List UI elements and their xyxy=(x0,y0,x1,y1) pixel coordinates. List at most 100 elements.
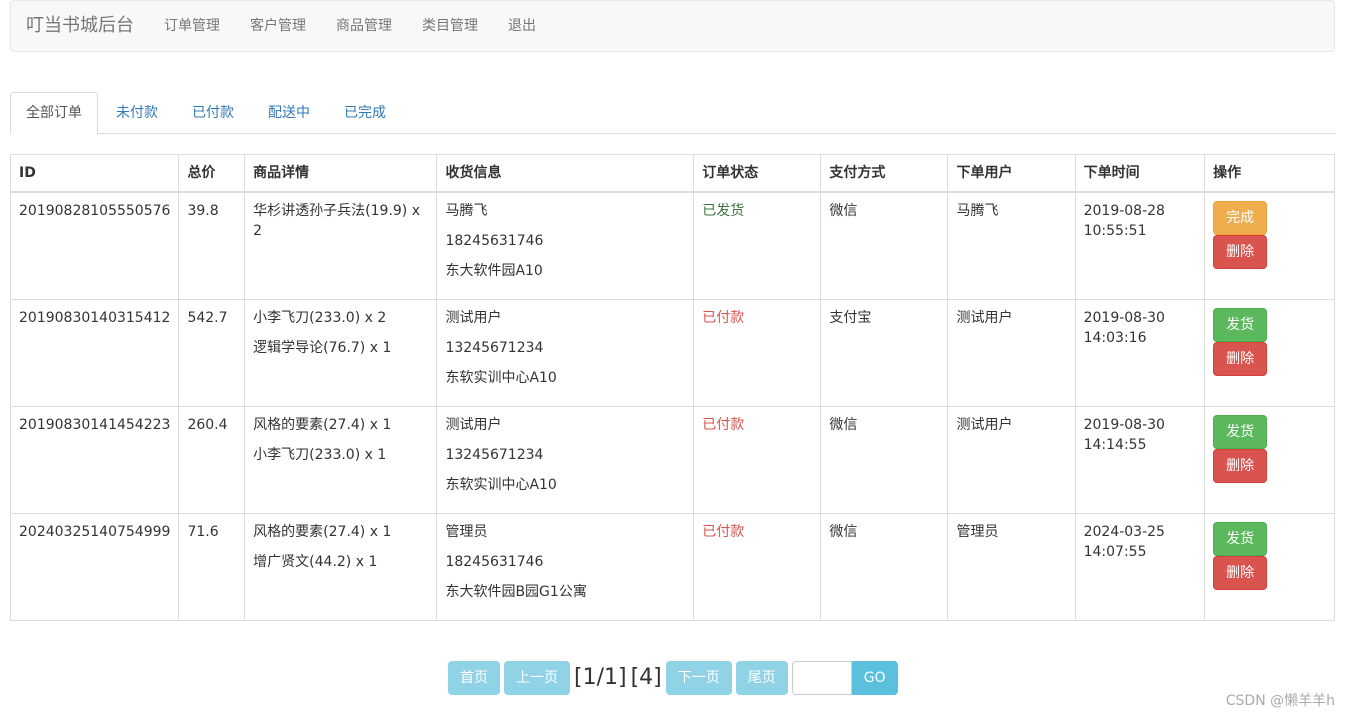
order-total: 39.8 xyxy=(178,191,246,300)
nav-product-management[interactable]: 商品管理 xyxy=(321,1,407,51)
last-page-button[interactable]: 尾页 xyxy=(735,660,788,695)
payment-method: 微信 xyxy=(820,513,949,621)
order-date: 2019-08-30 xyxy=(1083,310,1165,326)
header-payment: 支付方式 xyxy=(820,154,949,193)
go-button[interactable]: GO xyxy=(851,660,898,695)
delete-button[interactable]: 删除 xyxy=(1213,556,1268,590)
order-items: 小李飞刀(233.0) x 2 逻辑学导论(76.7) x 1 xyxy=(244,299,438,407)
order-item: 小李飞刀(233.0) x 1 xyxy=(253,447,387,463)
page-info: [1/1] xyxy=(574,664,627,690)
order-status: 已付款 xyxy=(693,299,822,407)
order-items: 华杉讲透孙子兵法(19.9) x 2 xyxy=(244,191,438,300)
ship-button[interactable]: 发货 xyxy=(1213,308,1268,342)
nav-customer-management[interactable]: 客户管理 xyxy=(235,1,321,51)
receiver-name: 马腾飞 xyxy=(445,203,488,219)
header-user: 下单用户 xyxy=(947,154,1076,193)
delete-button[interactable]: 删除 xyxy=(1213,235,1268,269)
tab-shipping[interactable]: 配送中 xyxy=(252,92,326,134)
table-row: 20240325140754999 71.6 风格的要素(27.4) x 1 增… xyxy=(9,513,1335,621)
tab-all-orders[interactable]: 全部订单 xyxy=(10,92,98,135)
order-clock: 14:03:16 xyxy=(1083,330,1147,346)
receiver-phone: 13245671234 xyxy=(445,447,544,463)
order-time: 2019-08-28 10:55:51 xyxy=(1074,191,1206,300)
order-actions: 发货 删除 xyxy=(1204,406,1335,514)
page-number-input[interactable] xyxy=(791,660,852,695)
order-address: 测试用户 13245671234 东软实训中心A10 xyxy=(436,299,695,407)
order-address: 测试用户 13245671234 东软实训中心A10 xyxy=(436,406,695,514)
receiver-name: 管理员 xyxy=(445,524,488,540)
receiver-phone: 18245631746 xyxy=(445,554,544,570)
order-total: 71.6 xyxy=(178,513,246,621)
receiver-address: 东大软件园A10 xyxy=(445,263,543,279)
header-items: 商品详情 xyxy=(244,154,438,193)
order-status: 已付款 xyxy=(693,513,822,621)
order-user: 测试用户 xyxy=(947,299,1076,407)
order-clock: 10:55:51 xyxy=(1083,223,1147,239)
payment-method: 微信 xyxy=(820,406,949,514)
order-id: 20190828105550576 xyxy=(9,191,180,300)
ship-button[interactable]: 发货 xyxy=(1213,522,1268,556)
header-status: 订单状态 xyxy=(693,154,822,193)
order-actions: 发货 删除 xyxy=(1204,513,1335,621)
order-time: 2024-03-25 14:07:55 xyxy=(1074,513,1206,621)
first-page-button[interactable]: 首页 xyxy=(448,660,500,695)
order-address: 马腾飞 18245631746 东大软件园A10 xyxy=(436,191,695,300)
receiver-address: 东软实训中心A10 xyxy=(445,370,557,386)
order-user: 马腾飞 xyxy=(947,191,1076,300)
brand-title[interactable]: 叮当书城后台 xyxy=(11,1,149,51)
order-date: 2019-08-30 xyxy=(1083,417,1165,433)
order-user: 测试用户 xyxy=(947,406,1076,514)
order-id: 20190830140315412 xyxy=(9,299,180,407)
order-total: 260.4 xyxy=(178,406,246,514)
receiver-name: 测试用户 xyxy=(445,417,502,433)
header-actions: 操作 xyxy=(1204,154,1335,193)
order-id: 20190830141454223 xyxy=(9,406,180,514)
tab-completed[interactable]: 已完成 xyxy=(328,92,402,134)
top-navbar: 叮当书城后台 订单管理 客户管理 商品管理 类目管理 退出 xyxy=(10,0,1335,52)
nav-order-management[interactable]: 订单管理 xyxy=(149,1,235,51)
tab-paid[interactable]: 已付款 xyxy=(176,92,250,134)
pagination: 首页 上一页 [1/1] [4] 下一页 尾页 GO xyxy=(448,660,898,695)
order-item: 逻辑学导论(76.7) x 1 xyxy=(253,340,392,356)
complete-button[interactable]: 完成 xyxy=(1213,201,1268,235)
order-id: 20240325140754999 xyxy=(9,513,180,621)
receiver-address: 东软实训中心A10 xyxy=(445,477,557,493)
orders-table: ID 总价 商品详情 收货信息 订单状态 支付方式 下单用户 下单时间 操作 2… xyxy=(9,154,1335,621)
order-item: 小李飞刀(233.0) x 2 xyxy=(253,310,387,326)
table-row: 20190830141454223 260.4 风格的要素(27.4) x 1 … xyxy=(9,406,1335,514)
order-clock: 14:14:55 xyxy=(1083,437,1147,453)
order-item: 华杉讲透孙子兵法(19.9) x 2 xyxy=(253,203,421,239)
order-actions: 完成 删除 xyxy=(1204,191,1335,300)
header-total: 总价 xyxy=(178,154,246,193)
order-address: 管理员 18245631746 东大软件园B园G1公寓 xyxy=(436,513,695,621)
next-page-button[interactable]: 下一页 xyxy=(665,660,732,695)
receiver-phone: 13245671234 xyxy=(445,340,544,356)
delete-button[interactable]: 删除 xyxy=(1213,449,1268,483)
order-time: 2019-08-30 14:03:16 xyxy=(1074,299,1206,407)
tab-unpaid[interactable]: 未付款 xyxy=(100,92,174,134)
table-row: 20190828105550576 39.8 华杉讲透孙子兵法(19.9) x … xyxy=(9,191,1335,300)
order-actions: 发货 删除 xyxy=(1204,299,1335,407)
ship-button[interactable]: 发货 xyxy=(1213,415,1268,449)
receiver-name: 测试用户 xyxy=(445,310,502,326)
delete-button[interactable]: 删除 xyxy=(1213,342,1268,376)
order-time: 2019-08-30 14:14:55 xyxy=(1074,406,1206,514)
payment-method: 支付宝 xyxy=(820,299,949,407)
order-tabs: 全部订单 未付款 已付款 配送中 已完成 xyxy=(10,92,1335,135)
order-item: 风格的要素(27.4) x 1 xyxy=(253,417,392,433)
order-items: 风格的要素(27.4) x 1 小李飞刀(233.0) x 1 xyxy=(244,406,438,514)
order-total: 542.7 xyxy=(178,299,246,407)
nav-category-management[interactable]: 类目管理 xyxy=(407,1,493,51)
header-time: 下单时间 xyxy=(1074,154,1206,193)
record-count: [4] xyxy=(630,664,662,690)
receiver-phone: 18245631746 xyxy=(445,233,544,249)
order-item: 风格的要素(27.4) x 1 xyxy=(253,524,392,540)
order-status: 已发货 xyxy=(693,191,822,300)
order-item: 增广贤文(44.2) x 1 xyxy=(253,554,378,570)
order-items: 风格的要素(27.4) x 1 增广贤文(44.2) x 1 xyxy=(244,513,438,621)
nav-logout[interactable]: 退出 xyxy=(493,1,551,51)
table-row: 20190830140315412 542.7 小李飞刀(233.0) x 2 … xyxy=(9,299,1335,407)
header-id: ID xyxy=(9,154,180,193)
prev-page-button[interactable]: 上一页 xyxy=(504,660,570,695)
receiver-address: 东大软件园B园G1公寓 xyxy=(445,584,587,600)
